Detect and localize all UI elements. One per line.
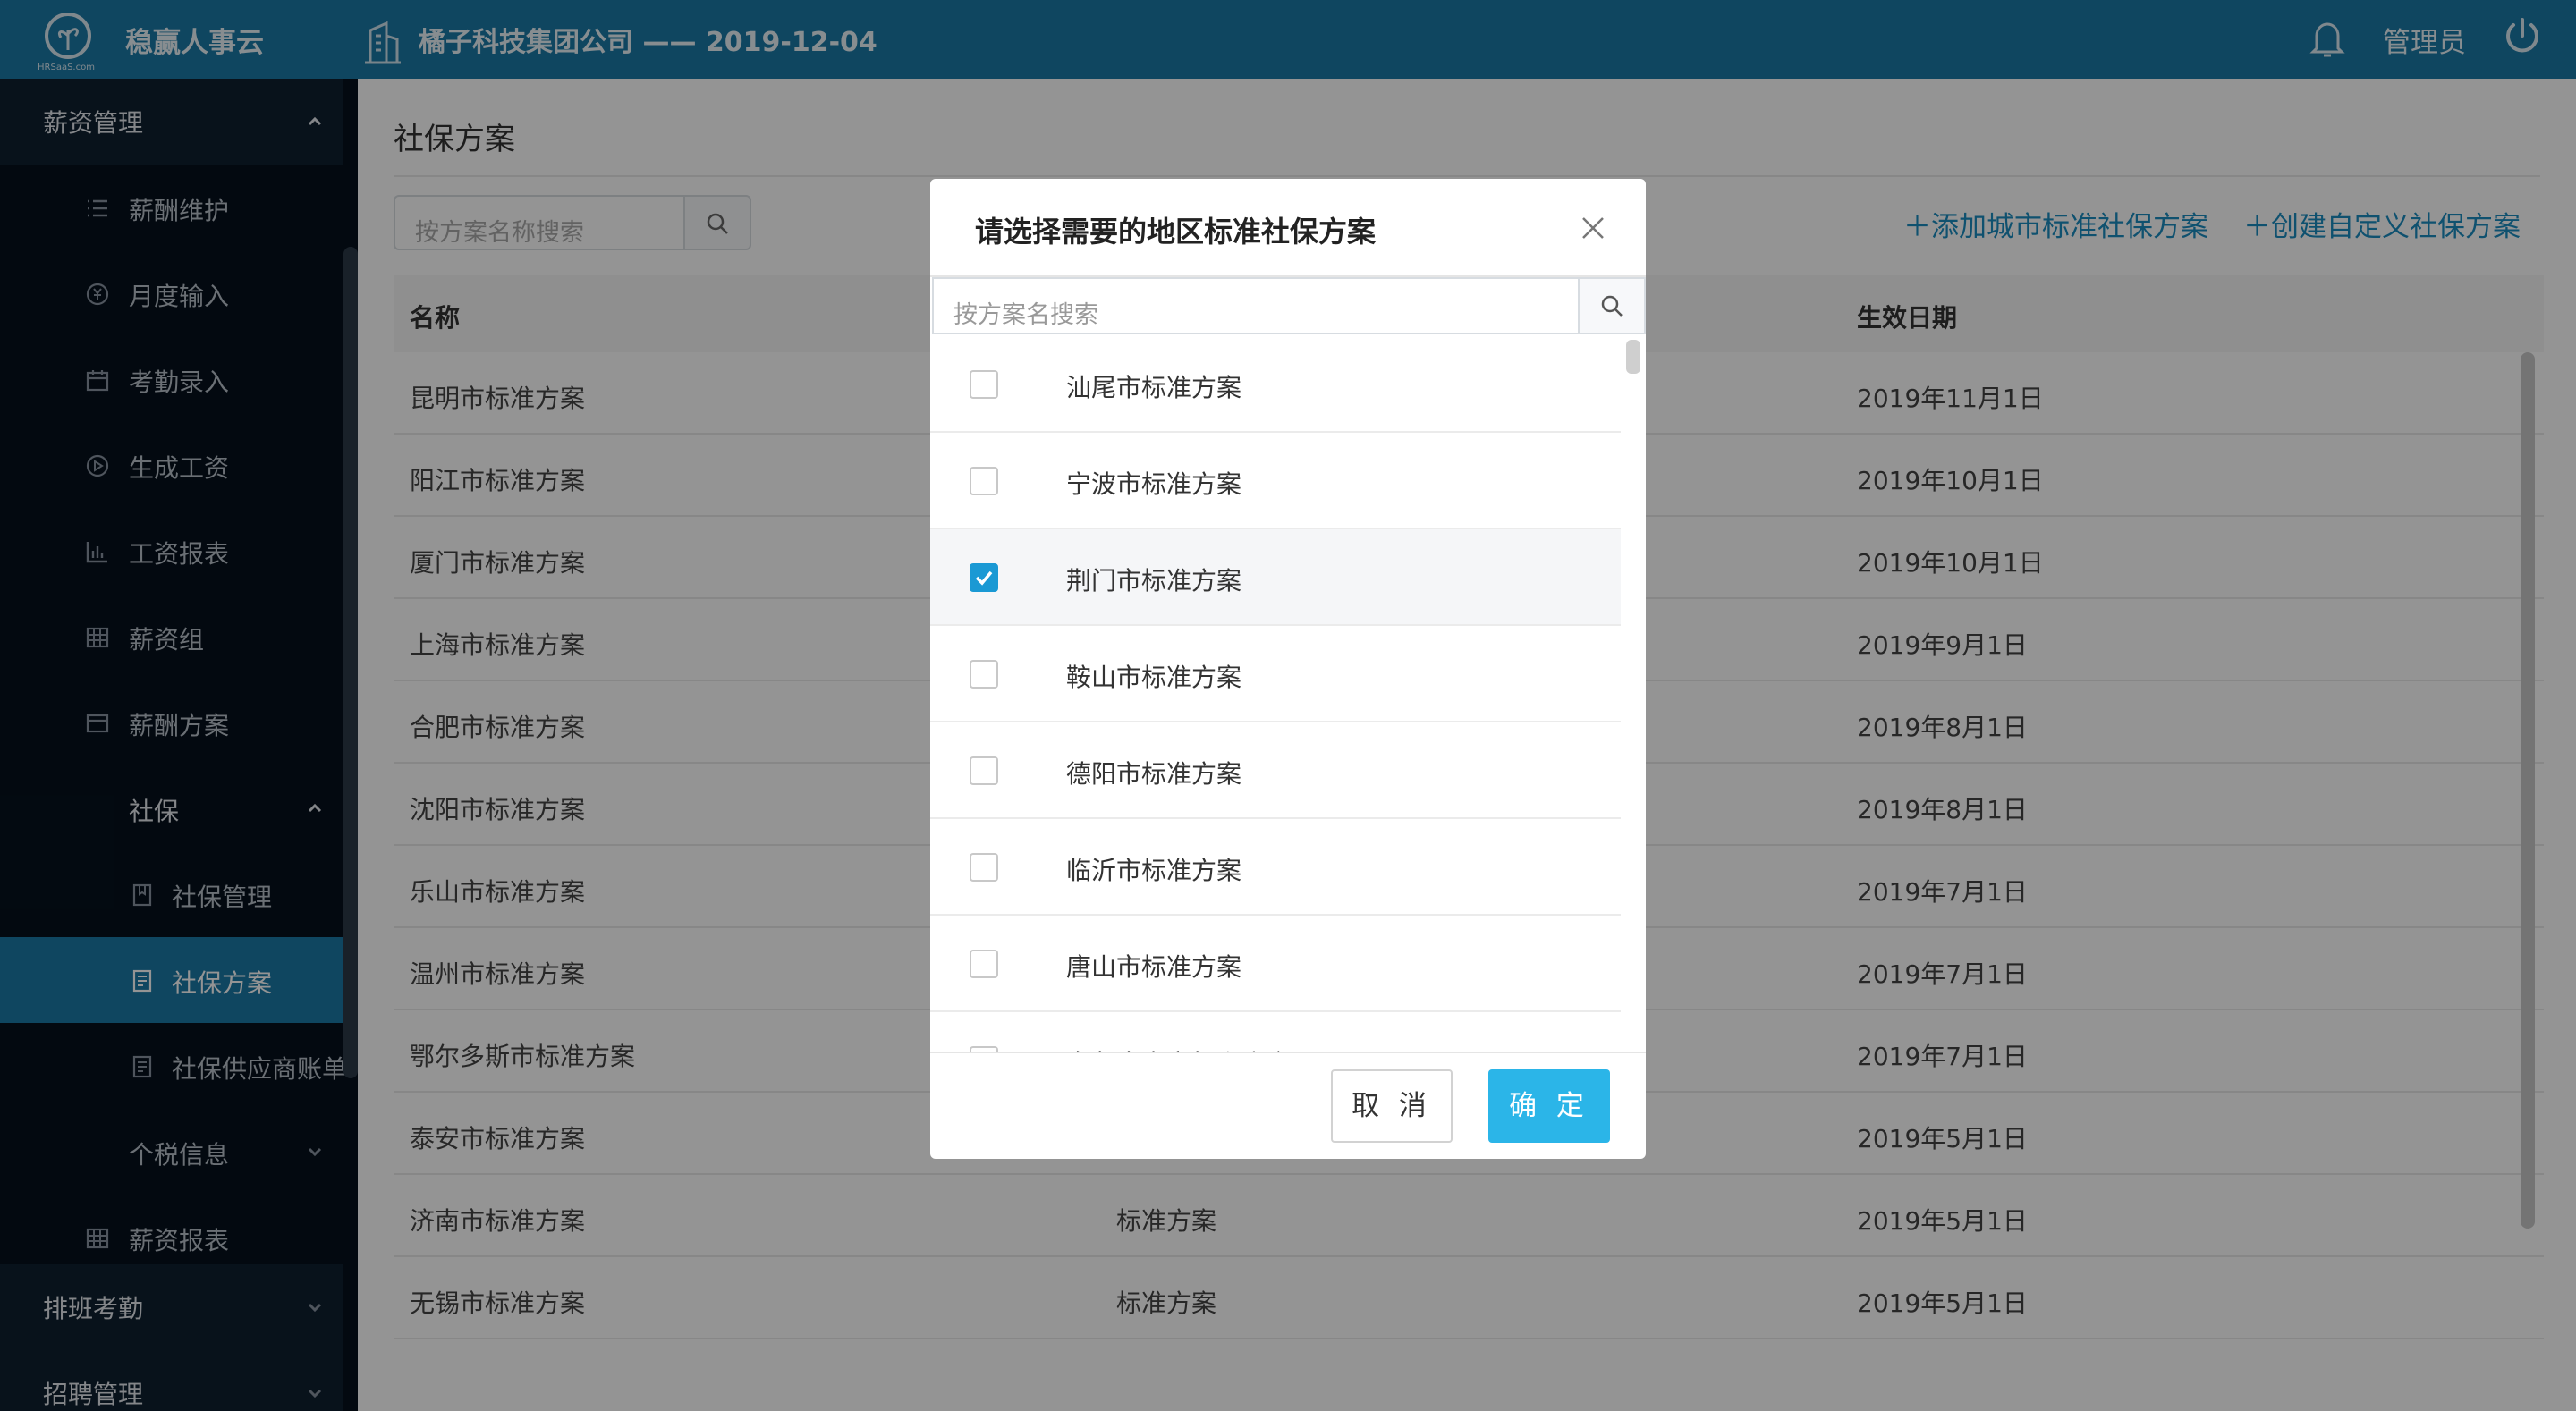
option-label: 乌鲁木齐市标准方案 [1066,1044,1292,1052]
option-label: 唐山市标准方案 [1066,952,1242,982]
plan-option[interactable]: 汕尾市标准方案 [930,336,1621,433]
dialog-footer-divider [930,1052,1646,1053]
option-checkbox[interactable] [970,370,998,399]
plan-option[interactable]: 唐山市标准方案 [930,916,1621,1012]
plan-option-list: 汕尾市标准方案 宁波市标准方案 荆门市标准方案 鞍山市标准方案 德阳市标准方案 临沂市标准… [930,336,1621,1052]
plan-option[interactable]: 宁波市标准方案 [930,433,1621,529]
check-icon [975,570,993,586]
confirm-button[interactable]: 确 定 [1488,1069,1610,1143]
option-label: 临沂市标准方案 [1066,856,1242,885]
dialog-title: 请选择需要的地区标准社保方案 [975,215,1377,249]
option-label: 鞍山市标准方案 [1066,663,1242,692]
close-icon[interactable] [1578,213,1608,243]
dialog-scrollbar[interactable] [1626,340,1640,374]
plan-option[interactable]: 德阳市标准方案 [930,722,1621,819]
option-checkbox[interactable] [970,467,998,495]
option-label: 德阳市标准方案 [1066,759,1242,789]
search-icon [1601,295,1623,317]
option-checkbox[interactable] [970,950,998,978]
plan-option[interactable]: 荆门市标准方案 [930,529,1621,626]
option-label: 荆门市标准方案 [1066,566,1242,596]
select-plan-dialog: 请选择需要的地区标准社保方案 按方案名搜索 汕尾市标准方案 宁波市标准方案 荆门市标… [930,179,1646,1159]
plan-option[interactable]: 乌鲁木齐市标准方案 [930,1012,1621,1052]
option-checkbox[interactable] [970,853,998,882]
option-checkbox[interactable] [970,756,998,785]
plan-option[interactable]: 临沂市标准方案 [930,819,1621,916]
dialog-search-button[interactable] [1578,277,1646,334]
dialog-search-input[interactable]: 按方案名搜索 [932,277,1580,334]
option-checkbox[interactable] [970,563,998,592]
cancel-button[interactable]: 取 消 [1331,1069,1453,1143]
option-label: 宁波市标准方案 [1066,469,1242,499]
option-checkbox[interactable] [970,660,998,689]
option-label: 汕尾市标准方案 [1066,373,1242,402]
plan-option[interactable]: 鞍山市标准方案 [930,626,1621,722]
